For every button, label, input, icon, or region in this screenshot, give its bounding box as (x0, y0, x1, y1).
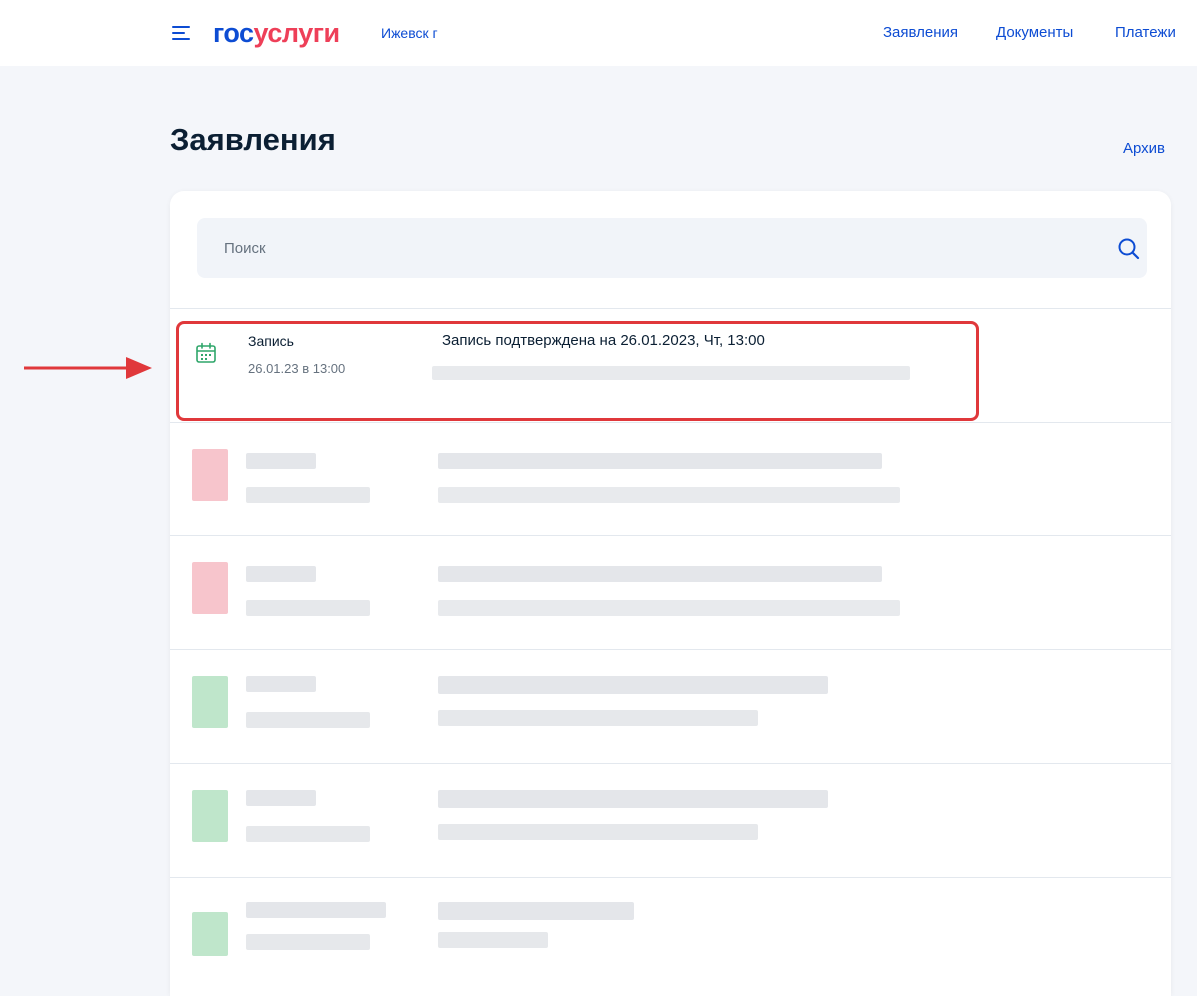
top-header: госуслуги Ижевск г Заявления Документы П… (0, 0, 1197, 66)
blurred-application-row[interactable] (170, 764, 1171, 877)
blurred-status-icon (192, 449, 228, 501)
blurred-text (438, 600, 900, 616)
blurred-text (438, 487, 900, 503)
archive-link[interactable]: Архив (1123, 140, 1165, 158)
blurred-status-icon (192, 912, 228, 956)
blurred-text (246, 453, 316, 469)
blurred-status-icon (192, 676, 228, 728)
blurred-text (438, 710, 758, 726)
blurred-text (246, 566, 316, 582)
blurred-text (438, 676, 828, 694)
blurred-text (246, 826, 370, 842)
blurred-text (246, 600, 370, 616)
blurred-application-row[interactable] (170, 423, 1171, 536)
search-box (197, 218, 1147, 278)
city-selector[interactable]: Ижевск г (381, 24, 438, 42)
blurred-text (438, 824, 758, 840)
blurred-text (246, 790, 316, 806)
applications-card: Запись 26.01.23 в 13:00 Запись подтвержд… (170, 191, 1171, 996)
logo-part-gos: гос (213, 18, 254, 48)
blurred-text (438, 902, 634, 920)
highlight-frame (176, 321, 979, 421)
nav-applications[interactable]: Заявления (883, 24, 958, 42)
blurred-text (246, 902, 386, 918)
blurred-text (438, 453, 882, 469)
menu-burger-icon[interactable] (172, 24, 192, 42)
blurred-text (246, 676, 316, 692)
blurred-text (438, 566, 882, 582)
logo-part-uslugi: услуги (253, 18, 341, 48)
blurred-text (246, 487, 370, 503)
arrow-annotation-icon (24, 357, 152, 379)
search-input[interactable] (197, 218, 1077, 278)
gosuslugi-logo[interactable]: госуслуги (213, 17, 340, 49)
blurred-text (246, 934, 370, 950)
blurred-text (438, 790, 828, 808)
blurred-text (246, 712, 370, 728)
blurred-text (438, 932, 548, 948)
blurred-application-row[interactable] (170, 878, 1171, 991)
nav-documents[interactable]: Документы (996, 24, 1073, 42)
nav-payments[interactable]: Платежи (1115, 24, 1176, 42)
blurred-application-row[interactable] (170, 536, 1171, 649)
page-title: Заявления (170, 122, 336, 157)
blurred-status-icon (192, 790, 228, 842)
search-icon[interactable] (1116, 236, 1142, 262)
blurred-application-row[interactable] (170, 650, 1171, 763)
blurred-status-icon (192, 562, 228, 614)
